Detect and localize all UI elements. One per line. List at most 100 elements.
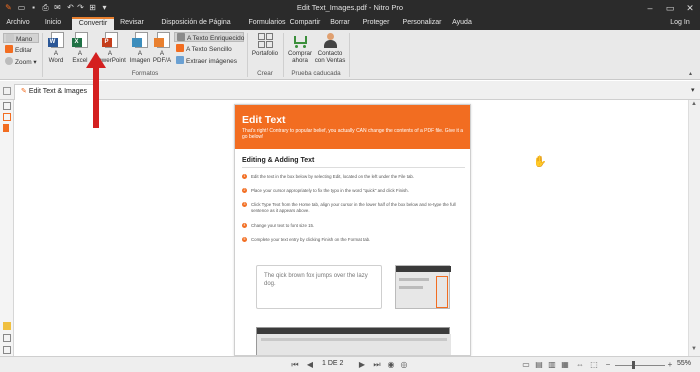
tab-inicio[interactable]: Inicio (40, 17, 66, 30)
cart-icon (292, 32, 309, 49)
first-page-icon[interactable]: ⏮ (290, 360, 300, 370)
word-file-icon: W (47, 32, 65, 49)
tab-disposicion[interactable]: Disposición de Página (154, 17, 238, 30)
zoom-out-icon[interactable]: − (603, 360, 613, 370)
scroll-down-icon[interactable]: ▼ (691, 346, 697, 352)
fit-page-icon[interactable]: ⬚ (589, 360, 599, 370)
panel-toggle-icon[interactable] (3, 87, 11, 95)
contact-sales-button[interactable]: Contacto con Ventas (314, 32, 346, 70)
tab-proteger[interactable]: Proteger (360, 17, 392, 30)
extract-images-button[interactable]: Extraer imágenes (176, 56, 237, 66)
create-group-label: Crear (257, 70, 273, 77)
attachments-panel-icon[interactable] (3, 113, 11, 121)
tab-personalizar[interactable]: Personalizar (400, 17, 444, 30)
title-bar: ✎ ▭ ▪ ⎙ ✉ ↶ ↷ ⊞ ▾ Edit Text_Images.pdf -… (0, 0, 700, 17)
collapse-ribbon-icon[interactable]: ▴ (689, 70, 692, 77)
page-header-banner: Edit Text That's right! Contrary to popu… (235, 105, 470, 149)
to-pdfa-label-1: A (159, 50, 165, 57)
next-page-icon[interactable]: ▶ (357, 360, 367, 370)
edit-icon (5, 45, 13, 53)
portfolio-icon (257, 32, 274, 49)
to-word-button[interactable]: W A Word (44, 32, 68, 70)
to-plain-text-button[interactable]: A Texto Sencillo (176, 44, 232, 54)
tab-borrar[interactable]: Borrar (326, 17, 354, 30)
to-image-button[interactable]: A Imagen (128, 32, 152, 70)
hand-icon (6, 34, 14, 42)
person-icon (322, 32, 339, 49)
login-link[interactable]: Log In (666, 17, 694, 30)
rich-text-icon (177, 33, 185, 41)
tab-convertir[interactable]: Convertir (72, 17, 114, 30)
document-tab-label: Edit Text & Images (28, 88, 88, 95)
pdf-page[interactable]: Edit Text That's right! Contrary to popu… (234, 104, 471, 356)
zoom-tool-button[interactable]: Zoom ▾ (5, 57, 37, 67)
comments-panel-icon[interactable] (3, 322, 11, 330)
page-title: Edit Text (242, 114, 286, 126)
app-screenshot-thumbnail (256, 327, 451, 355)
forward-icon[interactable]: ◎ (399, 360, 409, 370)
facing-continuous-icon[interactable]: ▦ (560, 360, 570, 370)
maximize-button[interactable]: ▭ (660, 0, 680, 17)
tab-ayuda[interactable]: Ayuda (450, 17, 474, 30)
powerpoint-file-icon: P (101, 32, 119, 49)
rich-text-label: A Texto Enriquecido (187, 35, 245, 42)
page-indicator[interactable]: 1 DE 2 (322, 360, 343, 367)
zoom-tool-label: Zoom (15, 59, 32, 66)
continuous-view-icon[interactable]: ▤ (534, 360, 544, 370)
separator (247, 33, 248, 77)
zoom-slider-thumb[interactable] (632, 361, 635, 369)
edit-tool-label: Editar (15, 47, 32, 54)
arrow-shape (86, 52, 106, 128)
document-tab[interactable]: ✎ Edit Text & Images (14, 84, 95, 100)
close-button[interactable]: ✕ (680, 0, 700, 17)
to-image-label-1: A (137, 50, 143, 57)
buy-now-button[interactable]: Comprar ahora (285, 32, 315, 70)
fit-width-icon[interactable]: ⇔ (575, 360, 585, 370)
buy-label-2: ahora (292, 57, 308, 64)
tags-panel-icon[interactable] (3, 346, 11, 354)
hand-cursor-icon: ✋ (533, 156, 547, 168)
document-edit-icon: ✎ (21, 88, 27, 95)
excel-file-icon: X (71, 32, 89, 49)
image-file-icon (131, 32, 149, 49)
zoom-slider[interactable] (615, 365, 665, 366)
back-icon[interactable]: ◉ (386, 360, 396, 370)
scroll-up-icon[interactable]: ▲ (691, 101, 697, 107)
tab-revisar[interactable]: Revisar (118, 17, 146, 30)
edit-tool-button[interactable]: Editar (5, 45, 32, 55)
bookmarks-panel-icon[interactable] (3, 124, 9, 132)
zoom-icon (5, 57, 13, 65)
pages-panel-icon[interactable] (3, 102, 11, 110)
tab-list-chevron-icon[interactable]: ▾ (691, 86, 695, 94)
plain-text-icon (176, 44, 184, 52)
previous-page-icon[interactable]: ◀ (305, 360, 315, 370)
facing-view-icon[interactable]: ▥ (547, 360, 557, 370)
tab-compartir[interactable]: Compartir (284, 17, 326, 30)
to-pdfa-label-2: PDF/A (152, 57, 172, 64)
zoom-in-icon[interactable]: + (665, 360, 675, 370)
to-pdfa-button[interactable]: A PDF/A (150, 32, 174, 70)
portfolio-label: Portafolio (251, 50, 279, 57)
minimize-button[interactable]: – (640, 0, 660, 17)
output-panel-icon[interactable] (3, 334, 11, 342)
single-page-view-icon[interactable]: ▭ (521, 360, 531, 370)
zoom-level[interactable]: 55% (677, 360, 691, 367)
portfolio-button[interactable]: Portafolio (249, 32, 281, 70)
window-title: Edit Text_Images.pdf - Nitro Pro (296, 3, 404, 12)
nitro-pro-window: ✎ ▭ ▪ ⎙ ✉ ↶ ↷ ⊞ ▾ Edit Text_Images.pdf -… (0, 0, 700, 372)
contact-label-2: con Ventas (314, 57, 346, 64)
hand-tool-button[interactable]: Mano (3, 33, 39, 43)
section-heading: Editing & Adding Text (242, 157, 315, 164)
formats-group-label: Formatos (131, 70, 159, 77)
to-rich-text-button[interactable]: A Texto Enriquecido (174, 32, 244, 42)
to-word-label-2: Word (48, 57, 64, 64)
divider (242, 167, 465, 168)
plain-text-label: A Texto Sencillo (186, 46, 232, 53)
buy-label-1: Comprar (287, 50, 313, 57)
sample-text-box[interactable]: The qick brown fox jumps over the lazy d… (256, 265, 382, 309)
vertical-scrollbar[interactable]: ▲ ▼ (688, 100, 700, 356)
separator (42, 33, 43, 77)
contact-label-1: Contacto (317, 50, 343, 57)
tab-archivo[interactable]: Archivo (3, 17, 33, 30)
last-page-icon[interactable]: ⏭ (372, 360, 382, 370)
